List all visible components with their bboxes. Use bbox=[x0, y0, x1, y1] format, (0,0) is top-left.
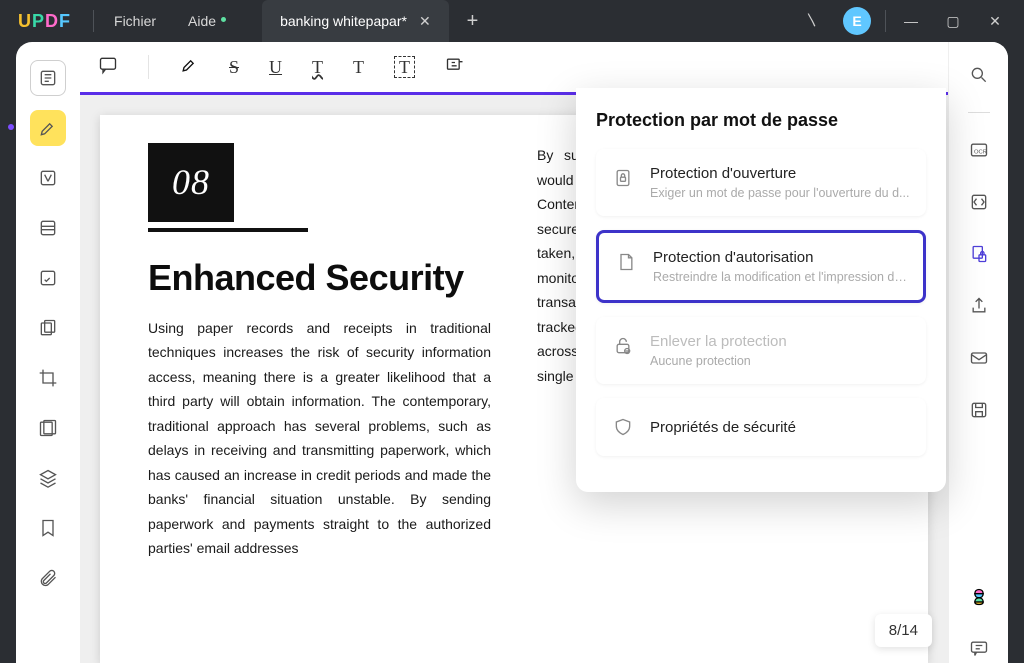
option-sub: Restreindre la modification et l'impress… bbox=[653, 270, 913, 284]
shield-icon bbox=[610, 414, 636, 440]
option-label: Protection d'ouverture bbox=[650, 165, 909, 182]
accent-dot-icon bbox=[8, 124, 14, 130]
form-fill-icon[interactable] bbox=[30, 260, 66, 296]
reader-mode-icon[interactable] bbox=[30, 60, 66, 96]
callout-icon[interactable] bbox=[445, 55, 465, 80]
underline-icon[interactable]: U bbox=[269, 57, 282, 78]
separator bbox=[148, 55, 149, 79]
textbox-icon[interactable]: T bbox=[394, 57, 415, 78]
separator bbox=[968, 112, 990, 113]
workspace: S U T T T 08 Enhanced Security Using pap… bbox=[16, 42, 1008, 663]
organize-pages-icon[interactable] bbox=[30, 310, 66, 346]
left-sidebar bbox=[16, 42, 80, 663]
option-label: Propriétés de sécurité bbox=[650, 419, 796, 436]
save-icon[interactable] bbox=[964, 395, 994, 425]
menu-file[interactable]: Fichier bbox=[98, 13, 172, 29]
new-tab-button[interactable]: + bbox=[449, 10, 497, 33]
window-close-button[interactable]: ✕ bbox=[974, 0, 1016, 42]
bookmark-icon[interactable] bbox=[30, 510, 66, 546]
user-avatar[interactable]: E bbox=[843, 7, 871, 35]
highlight-color-icon[interactable] bbox=[179, 55, 199, 80]
option-label: Enlever la protection bbox=[650, 333, 787, 350]
option-remove-protection[interactable]: Enlever la protection Aucune protection bbox=[596, 317, 926, 384]
lock-document-icon bbox=[610, 165, 636, 191]
option-open-protection[interactable]: Protection d'ouverture Exiger un mot de … bbox=[596, 149, 926, 216]
section-heading: Enhanced Security bbox=[148, 258, 491, 298]
search-icon[interactable] bbox=[964, 60, 994, 90]
compress-icon[interactable] bbox=[30, 410, 66, 446]
feedback-icon[interactable] bbox=[964, 633, 994, 663]
tab-close-icon[interactable]: ✕ bbox=[419, 13, 431, 30]
protect-icon[interactable] bbox=[964, 239, 994, 269]
separator bbox=[885, 10, 886, 32]
menu-help-label: Aide bbox=[188, 13, 216, 29]
ai-assistant-icon[interactable] bbox=[965, 583, 993, 611]
attachment-icon[interactable] bbox=[30, 560, 66, 596]
section-number: 08 bbox=[148, 143, 234, 222]
tab-title: banking whitepapar* bbox=[280, 13, 407, 29]
underline-bar bbox=[148, 228, 308, 232]
share-icon[interactable] bbox=[964, 291, 994, 321]
layers-icon[interactable] bbox=[30, 460, 66, 496]
menu-help[interactable]: Aide bbox=[172, 13, 232, 29]
right-sidebar: OCR bbox=[948, 42, 1008, 663]
option-security-properties[interactable]: Propriétés de sécurité bbox=[596, 398, 926, 456]
comment-icon[interactable] bbox=[98, 55, 118, 80]
unlock-icon bbox=[610, 333, 636, 359]
email-icon[interactable] bbox=[964, 343, 994, 373]
panel-title: Protection par mot de passe bbox=[596, 110, 926, 131]
app-logo: UPDF bbox=[0, 11, 89, 32]
separator bbox=[93, 10, 94, 32]
ocr-icon[interactable]: OCR bbox=[964, 135, 994, 165]
chevron-down-icon[interactable]: 〵 bbox=[791, 11, 833, 31]
text-tool-icon[interactable]: T bbox=[353, 57, 364, 78]
password-protection-panel: Protection par mot de passe Protection d… bbox=[576, 88, 946, 492]
option-permission-protection[interactable]: Protection d'autorisation Restreindre la… bbox=[596, 230, 926, 303]
annotation-toolbar: S U T T T bbox=[80, 42, 948, 92]
notification-dot-icon bbox=[221, 17, 226, 22]
edit-text-icon[interactable] bbox=[30, 160, 66, 196]
option-sub: Exiger un mot de passe pour l'ouverture … bbox=[650, 186, 909, 200]
window-minimize-button[interactable]: — bbox=[890, 0, 932, 42]
highlighter-tool-icon[interactable] bbox=[30, 110, 66, 146]
page-layout-icon[interactable] bbox=[30, 210, 66, 246]
crop-icon[interactable] bbox=[30, 360, 66, 396]
body-text-col1: Using paper records and receipts in trad… bbox=[148, 316, 491, 561]
option-label: Protection d'autorisation bbox=[653, 249, 913, 266]
document-tab[interactable]: banking whitepapar* ✕ bbox=[262, 0, 449, 42]
window-maximize-button[interactable]: ▢ bbox=[932, 0, 974, 42]
strikethrough-icon[interactable]: S bbox=[229, 57, 239, 78]
page-indicator[interactable]: 8/14 bbox=[875, 614, 932, 647]
option-sub: Aucune protection bbox=[650, 354, 787, 368]
svg-text:OCR: OCR bbox=[974, 149, 987, 155]
restrict-document-icon bbox=[613, 249, 639, 275]
squiggly-icon[interactable]: T bbox=[312, 57, 323, 78]
convert-icon[interactable] bbox=[964, 187, 994, 217]
titlebar: UPDF Fichier Aide banking whitepapar* ✕ … bbox=[0, 0, 1024, 42]
